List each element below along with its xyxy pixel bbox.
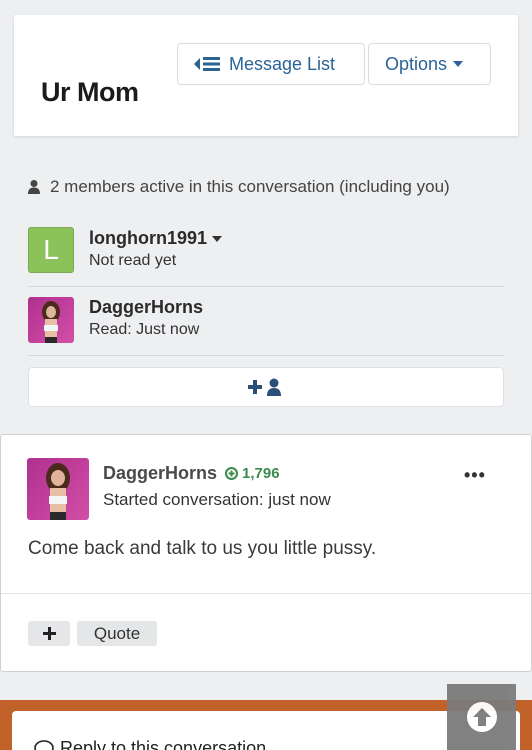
plus-icon [42, 627, 56, 640]
avatar[interactable] [28, 297, 74, 343]
message-body: Come back and talk to us you little puss… [28, 538, 377, 559]
message-post: DaggerHorns 1,796 Started conversation: … [0, 434, 532, 672]
member-name: longhorn1991 [89, 228, 208, 248]
message-list-label: Message List [229, 53, 336, 74]
multi-quote-button[interactable] [28, 621, 70, 646]
members-summary-text: 2 members active in this conversation (i… [50, 177, 450, 196]
add-user-icon [248, 378, 284, 396]
reaction-score-value: 1,796 [242, 465, 280, 482]
user-icon [28, 180, 40, 194]
member-read-status: Not read yet [89, 252, 177, 269]
plus-circle-icon [225, 467, 239, 480]
caret-down-icon [453, 61, 464, 67]
page-title: Ur Mom [41, 77, 139, 107]
arrow-up-circle-icon [466, 701, 498, 733]
message-author: DaggerHorns 1,796 [103, 463, 280, 484]
list-back-icon [194, 56, 220, 72]
members-summary: 2 members active in this conversation (i… [28, 177, 450, 197]
member-row: L longhorn1991 Not read yet [28, 219, 504, 287]
message-meta: Started conversation: just now [103, 490, 331, 509]
options-button[interactable]: Options [368, 43, 491, 85]
divider [1, 593, 531, 594]
more-options-button[interactable]: ••• [464, 465, 486, 486]
options-label: Options [385, 53, 448, 74]
member-name-link[interactable]: longhorn1991 [89, 228, 223, 249]
comment-icon [34, 739, 54, 750]
reply-label: Reply to this conversation [60, 738, 267, 750]
scroll-to-top-button[interactable] [447, 684, 516, 750]
reply-prompt[interactable]: Reply to this conversation [34, 738, 266, 750]
quote-button[interactable]: Quote [77, 621, 157, 646]
reaction-score[interactable]: 1,796 [225, 465, 280, 482]
member-row: DaggerHorns Read: Just now [28, 288, 504, 356]
author-name-link[interactable]: DaggerHorns [103, 463, 217, 484]
caret-down-icon [212, 235, 223, 242]
avatar[interactable] [27, 458, 89, 520]
avatar-letter: L [43, 234, 59, 265]
member-name-link[interactable]: DaggerHorns [89, 297, 203, 318]
conversation-header: Ur Mom Message List Options [14, 15, 518, 136]
avatar[interactable]: L [28, 227, 74, 273]
member-read-status: Read: Just now [89, 321, 200, 338]
message-list-button[interactable]: Message List [177, 43, 365, 85]
invite-member-button[interactable] [28, 367, 504, 407]
